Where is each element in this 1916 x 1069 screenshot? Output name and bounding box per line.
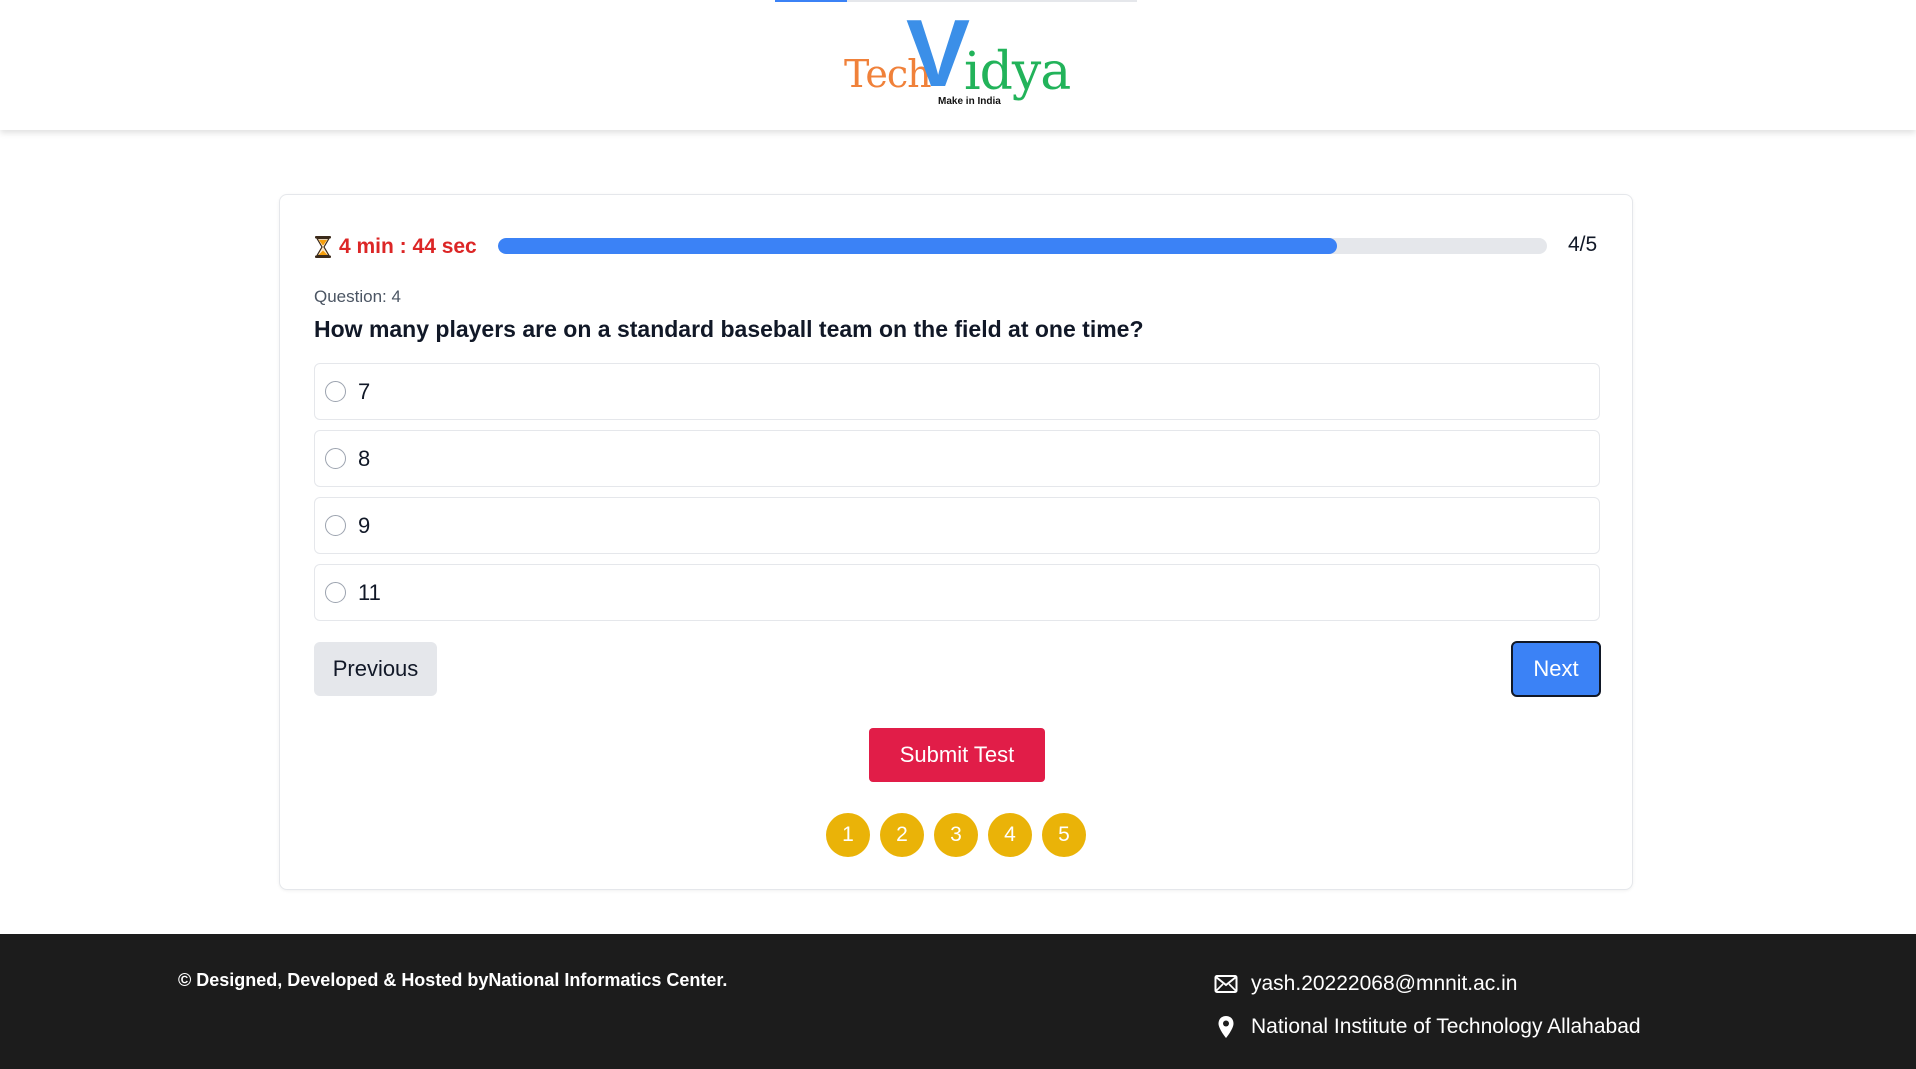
site-header: Tech V idya Make in India — [0, 0, 1916, 130]
progress-bar — [498, 238, 1547, 254]
logo-tagline: Make in India — [938, 96, 1001, 107]
header-tab-indicator — [775, 0, 847, 2]
map-pin-icon — [1213, 1014, 1239, 1040]
answer-options: 7 8 9 11 — [314, 363, 1600, 631]
question-navigator: 1 2 3 4 5 — [826, 813, 1086, 857]
timer: 4 min : 44 sec — [314, 235, 477, 259]
radio-button[interactable] — [325, 515, 346, 536]
radio-button[interactable] — [325, 582, 346, 603]
footer-contact: yash.20222068@mnnit.ac.in National Insti… — [1213, 970, 1641, 1056]
answer-option[interactable]: 7 — [314, 363, 1600, 420]
question-text: How many players are on a standard baseb… — [314, 316, 1144, 342]
footer-address-row: National Institute of Technology Allahab… — [1213, 1013, 1641, 1041]
previous-button[interactable]: Previous — [314, 642, 437, 696]
question-nav-button-5[interactable]: 5 — [1042, 813, 1086, 857]
hourglass-icon — [314, 235, 332, 259]
submit-test-button[interactable]: Submit Test — [869, 728, 1045, 782]
radio-button[interactable] — [325, 448, 346, 469]
logo-idya-text: idya — [964, 42, 1071, 102]
quiz-card: 4 min : 44 sec 4/5 Question: 4 How many … — [279, 194, 1633, 890]
answer-option[interactable]: 9 — [314, 497, 1600, 554]
logo-v-letter: V — [906, 0, 971, 107]
answer-option-label: 11 — [358, 579, 381, 605]
progress-count: 4/5 — [1568, 233, 1598, 256]
progress-bar-fill — [498, 238, 1338, 254]
answer-option[interactable]: 11 — [314, 564, 1600, 621]
techvidya-logo[interactable]: Tech V idya Make in India — [840, 6, 1080, 112]
footer-address: National Institute of Technology Allahab… — [1251, 1015, 1641, 1038]
question-number-label: Question: 4 — [314, 287, 401, 306]
site-footer: © Designed, Developed & Hosted byNationa… — [0, 934, 1916, 1069]
answer-option[interactable]: 8 — [314, 430, 1600, 487]
answer-option-label: 9 — [358, 512, 371, 538]
envelope-icon — [1213, 971, 1239, 997]
footer-copyright: © Designed, Developed & Hosted byNationa… — [178, 970, 728, 990]
next-button[interactable]: Next — [1511, 641, 1601, 697]
footer-email-row: yash.20222068@mnnit.ac.in — [1213, 970, 1641, 998]
question-nav-button-4[interactable]: 4 — [988, 813, 1032, 857]
answer-option-label: 7 — [358, 378, 371, 404]
footer-email[interactable]: yash.20222068@mnnit.ac.in — [1251, 972, 1518, 996]
question-nav-button-1[interactable]: 1 — [826, 813, 870, 857]
question-nav-button-2[interactable]: 2 — [880, 813, 924, 857]
radio-button[interactable] — [325, 381, 346, 402]
question-nav-button-3[interactable]: 3 — [934, 813, 978, 857]
timer-text: 4 min : 44 sec — [339, 235, 477, 258]
answer-option-label: 8 — [358, 445, 371, 471]
